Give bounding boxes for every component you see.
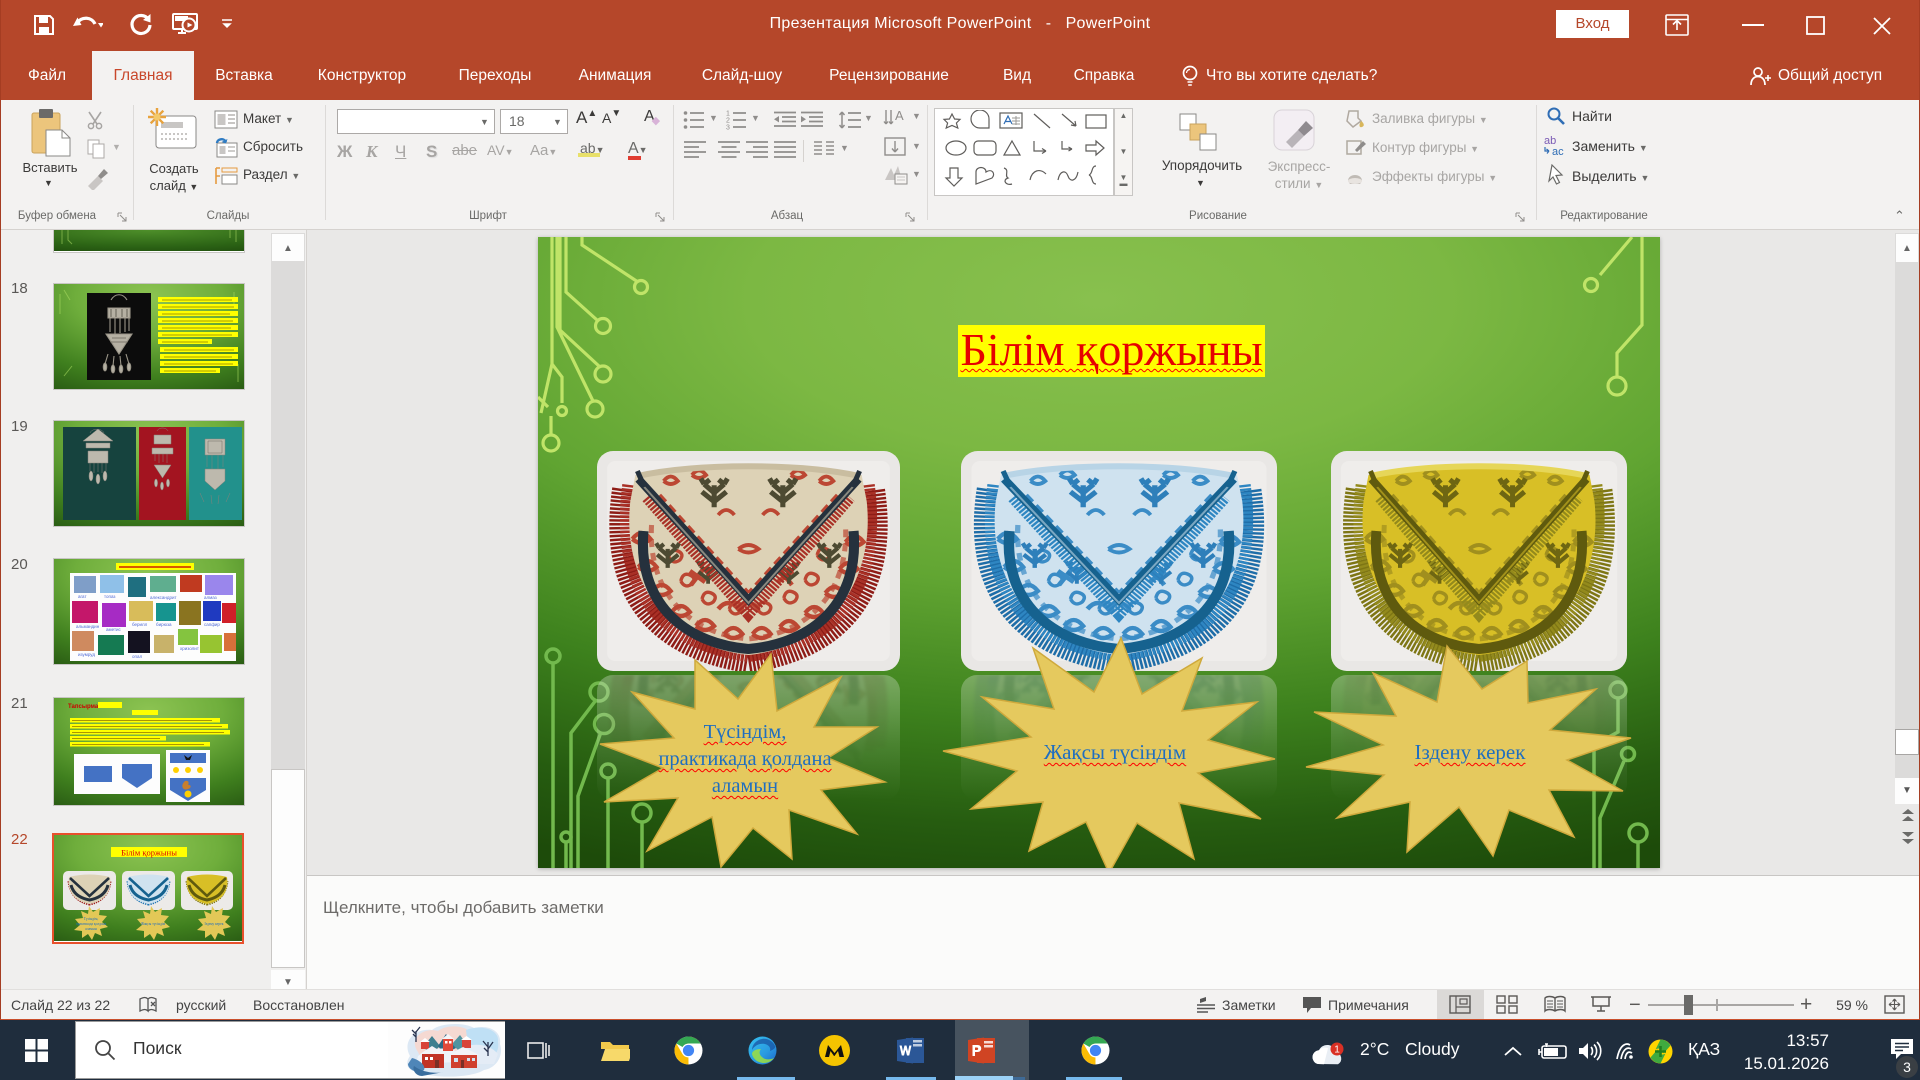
svg-text:опал: опал [132,654,142,659]
svg-text:берилл: берилл [132,622,148,627]
svg-text:Жақсы түсіндім: Жақсы түсіндім [140,922,165,926]
svg-text:ac: ac [1552,146,1564,158]
svg-text:александрит: александрит [150,595,177,600]
svg-text:аламын: аламын [85,927,97,931]
svg-text:бирюза: бирюза [156,622,172,627]
svg-text:хризолит: хризолит [180,646,199,651]
svg-text:агат: агат [78,594,87,599]
svg-text:алмаз: алмаз [204,595,217,600]
svg-text:Білім қоржыны: Білім қоржыны [121,848,177,858]
svg-text:изумруд: изумруд [78,652,95,657]
svg-text:альмандин: альмандин [76,624,100,629]
svg-text:практикада қолдана: практикада қолдана [75,922,106,926]
svg-text:топаз: топаз [104,594,115,599]
svg-text:Іздену керек: Іздену керек [204,922,223,926]
svg-text:1: 1 [1334,1045,1340,1056]
svg-text:3: 3 [726,125,730,131]
svg-text:аметис: аметис [106,627,122,632]
svg-text:1: 1 [726,111,730,118]
svg-text:2: 2 [726,118,730,125]
svg-text:A: A [895,108,904,123]
svg-text:Тапсырма: Тапсырма [68,704,99,710]
svg-text:сапфир: сапфир [204,622,220,627]
